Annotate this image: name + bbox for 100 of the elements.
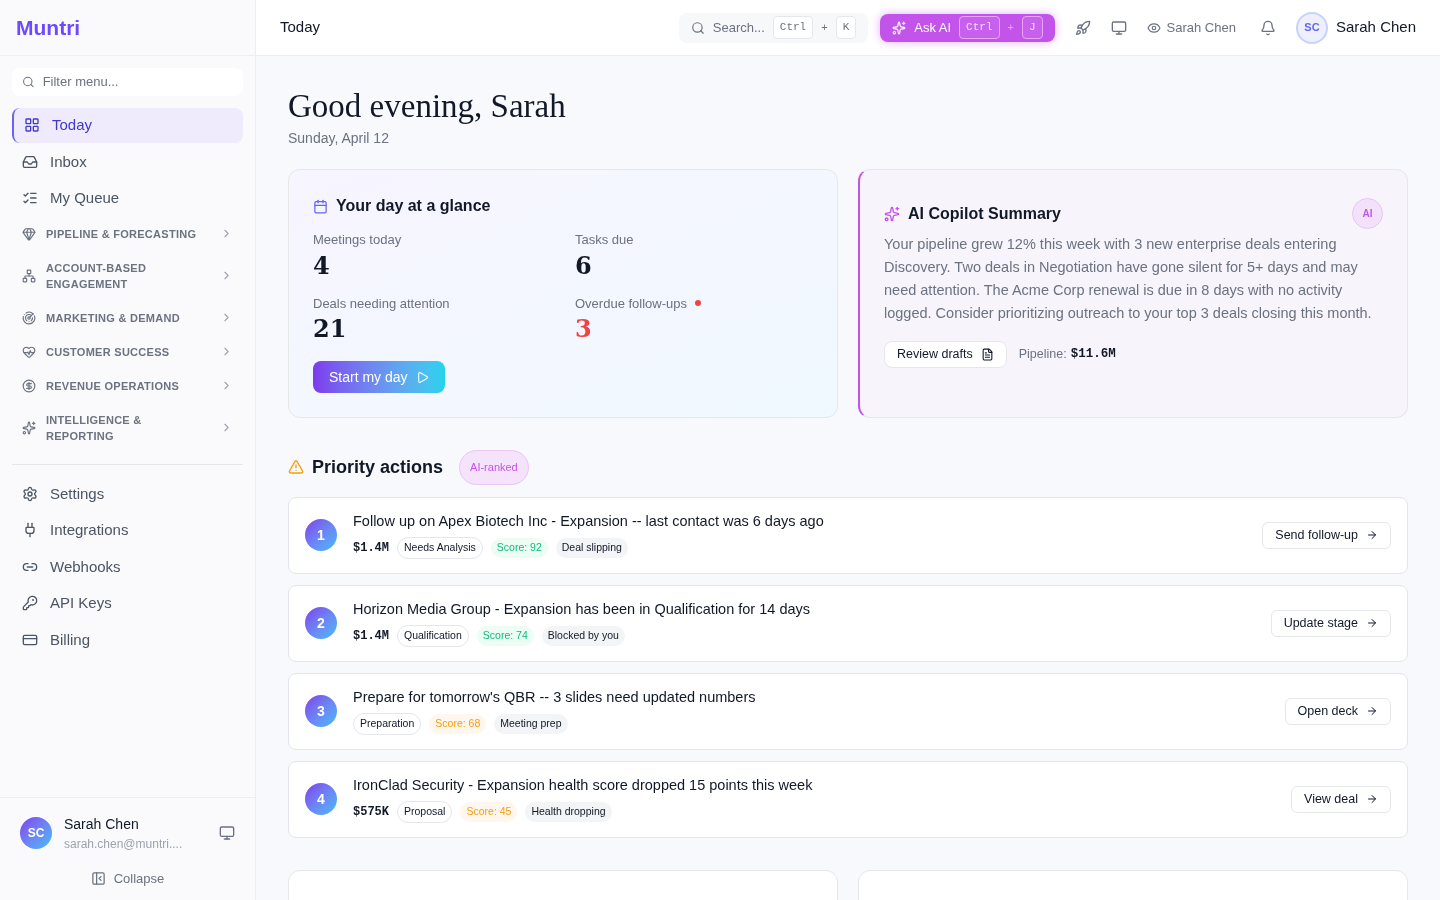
search-icon <box>22 75 35 89</box>
panel-icon <box>90 870 106 886</box>
action-title: Horizon Media Group - Expansion has been in Qualification for 14 days <box>353 600 811 620</box>
plug-icon <box>22 522 38 539</box>
user-menu[interactable]: SC Sarah Chen <box>1295 11 1416 44</box>
plus-sign: + <box>1007 20 1014 36</box>
reason-tag: Deal slipping <box>555 538 628 558</box>
rank-badge: 1 <box>305 519 337 551</box>
nav-item[interactable]: Webhooks <box>12 549 243 584</box>
ask-ai-button[interactable]: Ask AI Ctrl + J <box>880 13 1055 42</box>
monitor-icon[interactable] <box>1110 19 1127 36</box>
sparkles-icon <box>884 205 900 222</box>
reason-tag: Health dropping <box>525 802 612 822</box>
arrow-icon <box>1366 529 1378 541</box>
stat-label: Meetings today <box>313 231 402 249</box>
nav-item[interactable]: Billing <box>12 622 243 657</box>
score-tag: Score: 74 <box>476 626 534 646</box>
date: Sunday, April 12 <box>288 129 390 148</box>
rocket-icon[interactable] <box>1074 19 1091 36</box>
view-as-button[interactable]: Sarah Chen <box>1146 17 1236 38</box>
gem-icon <box>22 226 36 241</box>
action-button[interactable]: View deal <box>1291 785 1391 813</box>
bell-icon[interactable] <box>1259 19 1276 36</box>
search-box[interactable]: Search... Ctrl + K <box>678 12 869 43</box>
nav-section[interactable]: ACCOUNT-BASED ENGAGEMENT <box>12 251 243 300</box>
heart-pulse-icon <box>22 344 36 359</box>
plus-sign: + <box>821 20 828 36</box>
stat-label: Tasks due <box>575 231 634 249</box>
user-name: Sarah Chen <box>64 814 140 834</box>
deal-amount: $575K <box>353 803 389 821</box>
radar-icon <box>22 310 36 325</box>
action-title: Prepare for tomorrow's QBR -- 3 slides need updated numbers <box>353 688 757 708</box>
nav-item[interactable]: Inbox <box>12 144 243 179</box>
pipeline-label: Pipeline: <box>1018 346 1067 364</box>
nav-section[interactable]: INTELLIGENCE & REPORTING <box>12 403 243 452</box>
logo: Muntri <box>16 14 81 41</box>
key-hint: K <box>835 16 857 39</box>
page-title: Today <box>280 17 321 38</box>
section-title: Priority actions <box>312 455 444 479</box>
nav-section[interactable]: REVENUE OPERATIONS <box>12 369 243 402</box>
warning-icon <box>288 459 304 476</box>
stat-label: Overdue follow-ups <box>575 294 687 313</box>
sparkles-icon <box>22 420 36 435</box>
search-field[interactable]: Search... <box>712 17 765 38</box>
calendar-icon <box>313 198 328 214</box>
greeting: Good evening, Sarah <box>288 88 567 124</box>
settings-icon <box>22 485 38 502</box>
key-hint: Ctrl <box>959 16 1000 39</box>
nav-item[interactable]: My Queue <box>12 181 243 216</box>
play-icon <box>415 370 429 384</box>
user-email: sarah.chen@muntri.... <box>64 835 184 853</box>
deal-amount: $1.4M <box>353 627 389 645</box>
rank-badge: 2 <box>305 607 337 639</box>
monitor-icon[interactable] <box>219 825 235 841</box>
action-button[interactable]: Open deck <box>1284 697 1391 725</box>
dollar-icon <box>22 378 36 393</box>
user-avatar: SC <box>1295 11 1328 44</box>
action-title: Follow up on Apex Biotech Inc - Expansion -- last contact was 6 days ago <box>353 512 825 532</box>
deal-amount: $1.4M <box>353 539 389 557</box>
stat-value: 3 <box>575 313 593 345</box>
document-icon <box>980 348 994 361</box>
rank-badge: 3 <box>305 695 337 727</box>
arrow-icon <box>1366 705 1378 717</box>
hierarchy-icon <box>22 268 36 283</box>
nav-section[interactable]: PIPELINE & FORECASTING <box>12 217 243 250</box>
review-drafts-button[interactable]: Review drafts <box>884 341 1007 368</box>
card-title: Your day at a glance <box>336 196 491 216</box>
ai-badge: AI <box>1352 198 1383 229</box>
action-title: IronClad Security - Expansion health score dropped 15 points this week <box>353 776 814 796</box>
key-icon <box>22 595 38 612</box>
card-title: AI Copilot Summary <box>908 203 1062 224</box>
nav-item[interactable]: Integrations <box>12 513 243 548</box>
nav-item[interactable]: Settings <box>12 476 243 511</box>
reason-tag: Blocked by you <box>541 626 625 646</box>
stat-label: Deals needing attention <box>313 294 450 313</box>
inbox-icon <box>22 153 38 170</box>
nav-item[interactable]: API Keys <box>12 586 243 621</box>
pipeline-value: $11.6M <box>1070 346 1116 364</box>
filter-field[interactable]: Filter menu... <box>42 72 233 92</box>
action-button[interactable]: Update stage <box>1270 609 1391 637</box>
arrow-icon <box>1366 617 1378 629</box>
stat-value: 21 <box>313 313 348 345</box>
ai-ranked-badge: AI-ranked <box>459 450 529 485</box>
score-tag: Score: 92 <box>490 538 548 558</box>
score-tag: Score: 45 <box>460 802 518 822</box>
reason-tag: Meeting prep <box>494 714 568 734</box>
nav-item[interactable]: Today <box>12 108 243 143</box>
stat-value: 4 <box>313 249 331 282</box>
filter-box[interactable]: Filter menu... <box>12 68 243 96</box>
nav-section[interactable]: MARKETING & DEMAND <box>12 301 243 334</box>
sparkles-icon <box>892 20 907 35</box>
collapse-button[interactable]: Collapse <box>0 860 255 896</box>
user-avatar: SC <box>20 817 52 849</box>
key-hint: J <box>1021 16 1043 39</box>
rank-badge: 4 <box>305 783 337 815</box>
stat-value: 6 <box>575 249 593 282</box>
nav-section[interactable]: CUSTOMER SUCCESS <box>12 335 243 368</box>
grid-icon <box>24 117 40 134</box>
action-button[interactable]: Send follow-up <box>1262 521 1391 549</box>
score-tag: Score: 68 <box>429 714 487 734</box>
